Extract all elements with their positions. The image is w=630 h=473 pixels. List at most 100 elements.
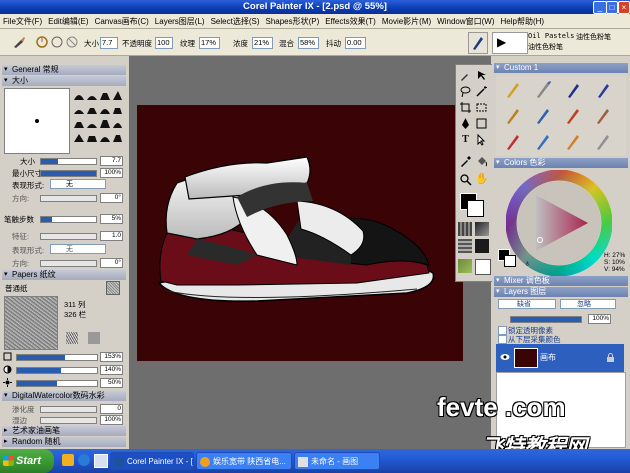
rectangle-select-icon[interactable] — [475, 101, 488, 114]
brush-variant-preview[interactable]: ▶ — [492, 32, 528, 54]
paper-contrast-slider[interactable] — [16, 367, 98, 374]
min-size-slider[interactable] — [40, 170, 97, 177]
grain-field[interactable]: 17% — [199, 37, 220, 49]
wet-value[interactable]: 0 — [100, 404, 123, 414]
size-header[interactable]: 大小 — [2, 76, 126, 86]
layers-header[interactable]: Layers 图层 — [494, 287, 628, 297]
stroke-steps-slider[interactable] — [40, 216, 97, 223]
papers-header[interactable]: Papers 纸纹 — [2, 270, 126, 280]
additional-color-swatch[interactable] — [467, 200, 484, 217]
direction2-value[interactable]: 0° — [100, 258, 123, 268]
custom-brush-11-icon[interactable] — [564, 132, 582, 152]
layer-opacity-value[interactable]: 100% — [588, 314, 611, 324]
custom-brush-2-icon[interactable] — [534, 80, 552, 100]
gradient-selector-icon[interactable] — [475, 222, 489, 236]
resat-field[interactable]: 21% — [252, 37, 273, 49]
start-button[interactable]: Start — [0, 449, 54, 473]
menu-file[interactable]: File文件(F) — [0, 16, 45, 27]
brush-category-icon[interactable] — [468, 32, 488, 54]
custom-brush-5-icon[interactable] — [504, 106, 522, 126]
task-paint[interactable]: 未命名 - 画图 — [294, 452, 380, 470]
menu-movie[interactable]: Movie影片(M) — [379, 16, 434, 27]
pattern-selector-icon[interactable] — [458, 239, 472, 253]
brush-dab-icon[interactable] — [50, 35, 64, 49]
make-paper-icon[interactable] — [66, 332, 78, 344]
menu-shapes[interactable]: Shapes形状(P) — [263, 16, 323, 27]
magic-wand-icon[interactable] — [475, 85, 488, 98]
colors-header[interactable]: Colors 色彩 — [494, 158, 628, 168]
custom-brush-7-icon[interactable] — [564, 106, 582, 126]
bleed-field[interactable]: 58% — [298, 37, 319, 49]
general-header[interactable]: General 常规 — [2, 65, 126, 75]
random-header[interactable]: Random 随机 — [2, 437, 126, 447]
expression2-select[interactable]: 无 — [50, 244, 106, 254]
quicklaunch-icon-3[interactable] — [94, 454, 108, 468]
stroke-steps-value[interactable]: 5% — [100, 214, 123, 224]
paper-brightness-slider[interactable] — [16, 380, 98, 387]
feature-slider[interactable] — [40, 233, 97, 240]
paper-brightness-value[interactable]: 50% — [100, 378, 123, 388]
paper-swatch-icon[interactable] — [106, 281, 120, 295]
custom-brush-12-icon[interactable] — [594, 132, 612, 152]
expression-select[interactable]: 无 — [50, 179, 106, 189]
nozzle-selector-icon[interactable] — [458, 259, 472, 273]
paper-selector-icon[interactable] — [458, 222, 472, 236]
lock-icon[interactable] — [606, 353, 615, 362]
wet-slider[interactable] — [40, 406, 97, 413]
color-wheel[interactable] — [506, 170, 612, 276]
dry-value[interactable]: 100% — [100, 415, 123, 425]
eyedropper-icon[interactable] — [459, 155, 472, 168]
custom-brush-1-icon[interactable] — [504, 80, 522, 100]
hand-icon[interactable]: ✋ — [475, 173, 489, 186]
maximize-icon[interactable]: □ — [606, 1, 618, 14]
custom-palette-header[interactable]: Custom 1 — [494, 63, 628, 73]
menu-edit[interactable]: Edit编辑(E) — [45, 16, 91, 27]
look-selector-icon[interactable] — [475, 259, 491, 275]
direction-slider[interactable] — [40, 195, 97, 202]
digital-watercolor-header[interactable]: DigitalWatercolor数码水彩 — [2, 391, 126, 401]
task-painter[interactable]: Corel Painter IX - [2... — [110, 452, 194, 470]
text-tool-icon[interactable]: T — [459, 133, 472, 146]
pick-up-color-checkbox[interactable] — [498, 335, 507, 344]
paint-bucket-icon[interactable] — [475, 155, 488, 168]
custom-brush-8-icon[interactable] — [594, 106, 612, 126]
brush-category-name[interactable]: Oil Pastels — [528, 32, 574, 40]
shape-rect-icon[interactable] — [475, 117, 488, 130]
brush-variant-icon[interactable] — [35, 35, 49, 49]
brush-reset-icon[interactable] — [65, 35, 79, 49]
color-picker-icon[interactable]: ♁ — [524, 258, 531, 268]
menu-effects[interactable]: Effects效果(T) — [322, 16, 379, 27]
quicklaunch-icon-1[interactable] — [62, 454, 74, 466]
direction2-slider[interactable] — [40, 260, 97, 267]
close-icon[interactable]: × — [618, 1, 630, 14]
brush-tool-icon[interactable] — [12, 35, 26, 49]
layer-adjuster-icon[interactable] — [475, 69, 488, 82]
menu-help[interactable]: Help帮助(H) — [498, 16, 548, 27]
lock-transparency-checkbox[interactable] — [498, 326, 507, 335]
custom-brush-10-icon[interactable] — [534, 132, 552, 152]
paper-name[interactable]: 普通纸 — [5, 283, 28, 294]
direction-value[interactable]: 0° — [100, 193, 123, 203]
dab-profile-grid[interactable] — [72, 88, 124, 152]
layer-eye-icon[interactable] — [500, 353, 510, 361]
custom-brush-6-icon[interactable] — [534, 106, 552, 126]
menu-canvas[interactable]: Canvas画布(C) — [92, 16, 152, 27]
menu-layers[interactable]: Layers图层(L) — [152, 16, 208, 27]
paper-contrast-value[interactable]: 140% — [100, 365, 123, 375]
magnifier-icon[interactable] — [459, 173, 472, 186]
minimize-icon[interactable]: _ — [593, 1, 607, 14]
secondary-color-chip[interactable] — [504, 255, 516, 267]
size-value[interactable]: 7.7 — [100, 156, 123, 166]
min-size-value[interactable]: 100% — [100, 168, 123, 178]
layer-row-canvas[interactable]: 画布 — [496, 344, 624, 372]
composite-method-select[interactable]: 忽略 — [560, 299, 616, 309]
custom-brush-3-icon[interactable] — [564, 80, 582, 100]
dry-slider[interactable] — [40, 417, 97, 424]
document-canvas[interactable] — [137, 105, 463, 361]
mixer-header[interactable]: Mixer 调色板 — [494, 276, 628, 286]
size-slider[interactable] — [40, 158, 97, 165]
quicklaunch-icon-2[interactable] — [78, 454, 90, 466]
paper-scale-slider[interactable] — [16, 354, 98, 361]
menu-window[interactable]: Window窗口(W) — [434, 16, 497, 27]
shape-selection-icon[interactable] — [475, 133, 488, 146]
